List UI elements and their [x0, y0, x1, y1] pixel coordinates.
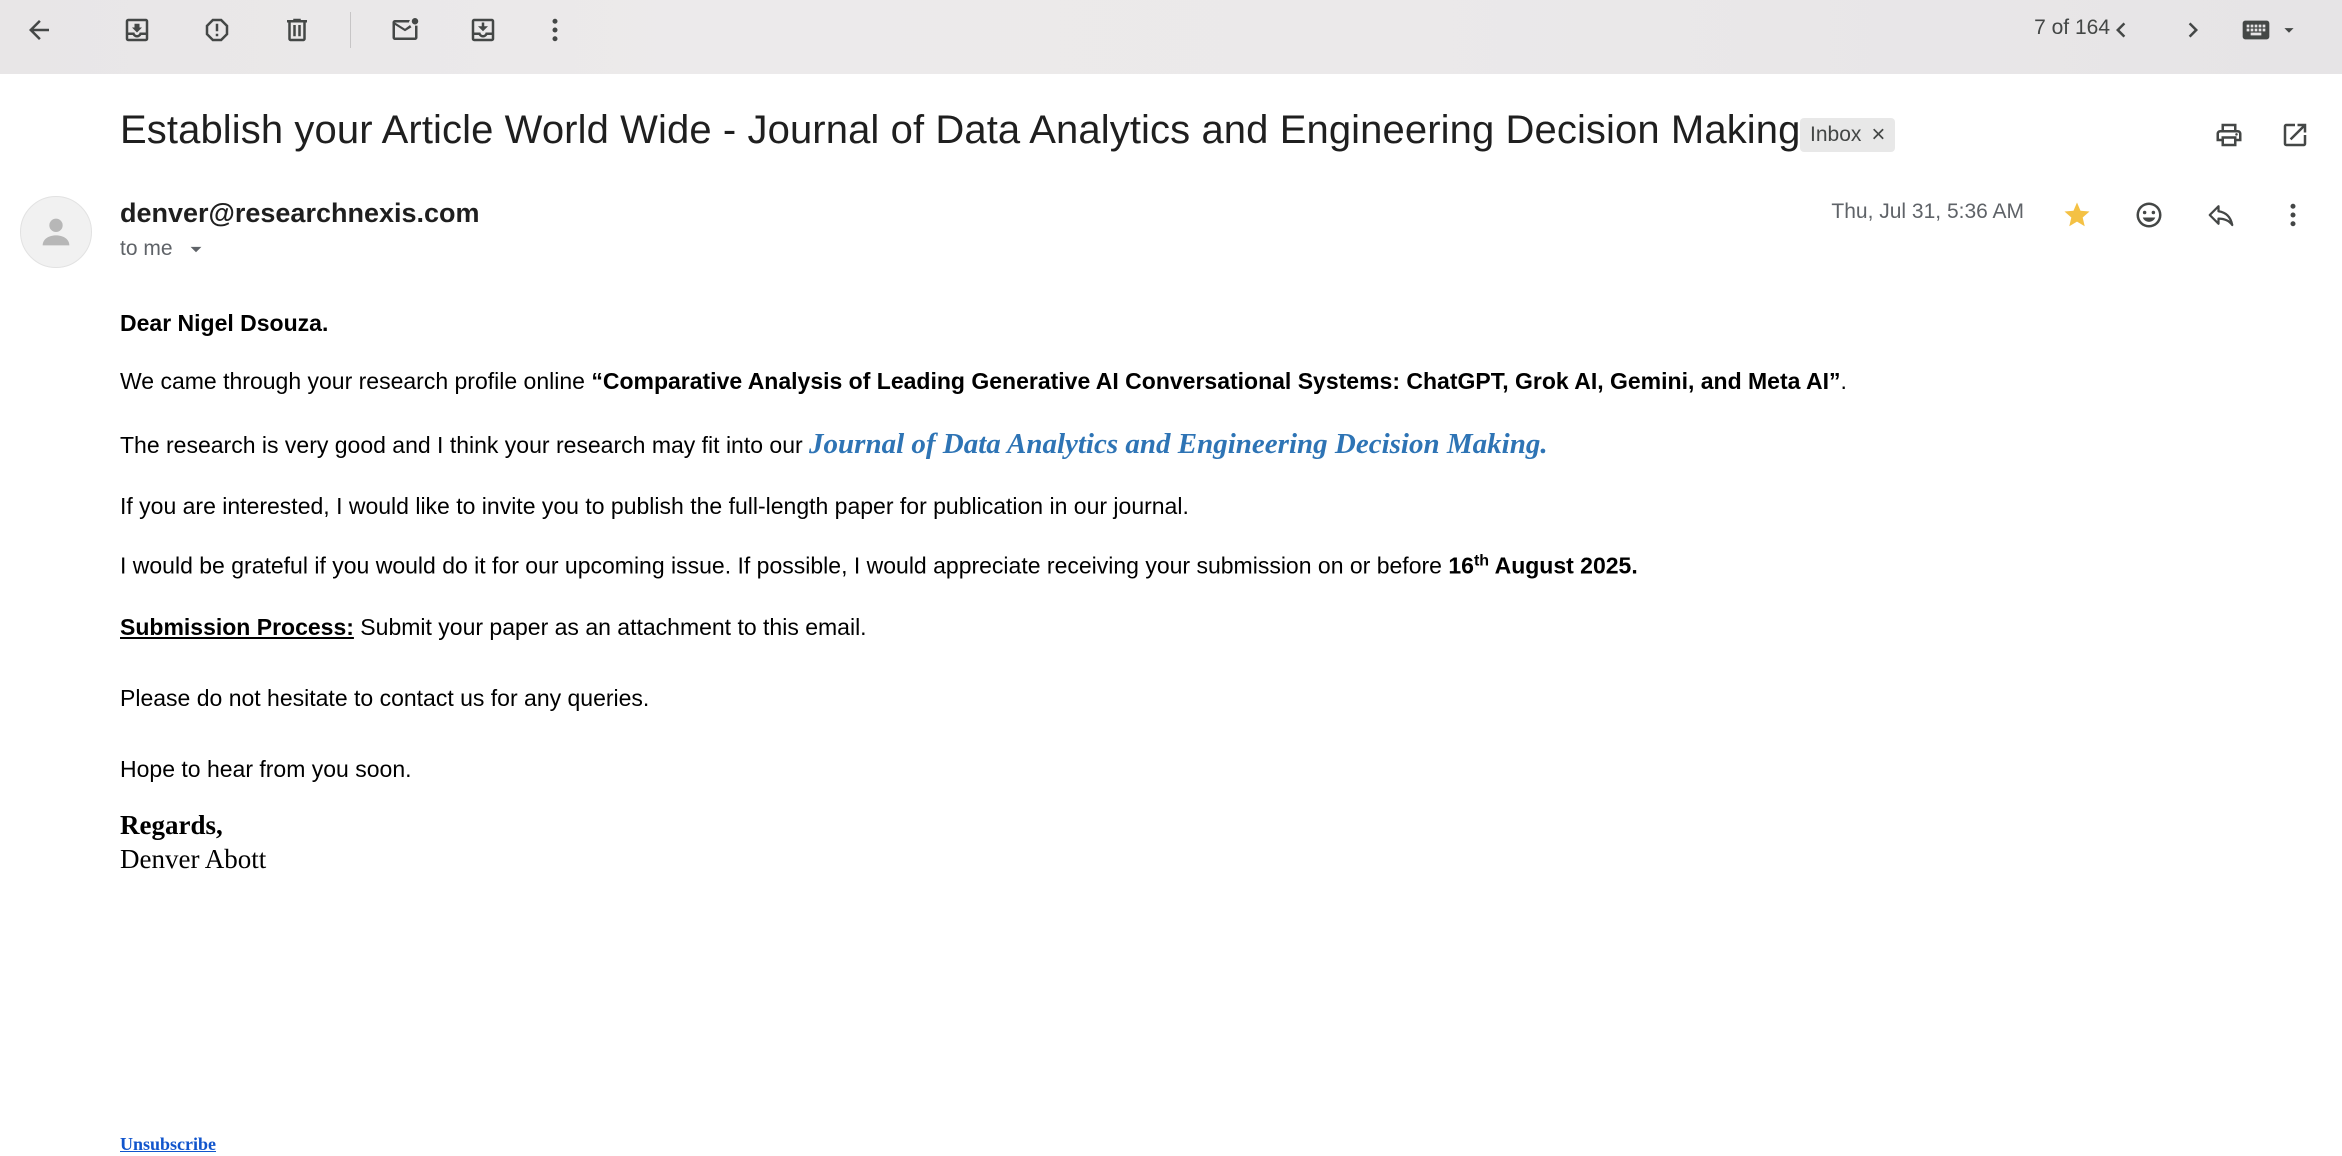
deadline-day-suffix: th — [1473, 552, 1490, 569]
paragraph-submission: Submission Process: Submit your paper as… — [120, 614, 867, 641]
delete-icon — [287, 18, 307, 42]
star-icon — [2064, 202, 2090, 227]
submission-label: Submission Process: — [120, 614, 354, 640]
sender-avatar[interactable] — [20, 196, 92, 268]
more-vert-icon — [552, 18, 558, 42]
remove-label-button[interactable]: × — [1871, 123, 1885, 147]
emoji-icon — [2136, 202, 2162, 228]
more-options-button[interactable] — [532, 7, 578, 53]
sender-address[interactable]: denver@researchnexis.com — [120, 198, 480, 229]
paragraph-intro: We came through your research profile on… — [120, 368, 1847, 395]
research-title: “Comparative Analysis of Leading Generat… — [591, 368, 1841, 394]
label-text: Inbox — [1810, 123, 1862, 146]
paragraph-closing: Hope to hear from you soon. — [120, 756, 412, 782]
delete-button[interactable] — [274, 7, 320, 53]
mark-unread-button[interactable] — [382, 7, 428, 53]
paragraph-invite: If you are interested, I would like to i… — [120, 493, 1189, 519]
message-toolbar: 7 of 164 — [0, 0, 2342, 74]
deadline-text: I would be grateful if you would do it f… — [120, 552, 1449, 579]
intro-end: . — [1840, 368, 1847, 394]
journal-name: Journal of Data Analytics and Engineerin… — [809, 428, 1548, 460]
recipient-details-toggle[interactable]: to me — [120, 236, 209, 262]
chevron-left-icon — [2116, 22, 2126, 38]
open-in-new-window-button[interactable] — [2272, 112, 2318, 158]
move-to-icon — [471, 18, 495, 42]
paragraph-journal: The research is very good and I think yo… — [120, 428, 1548, 461]
move-to-button[interactable] — [460, 7, 506, 53]
person-icon — [42, 218, 70, 246]
report-spam-button[interactable] — [194, 7, 240, 53]
back-arrow-icon — [29, 20, 49, 40]
inbox-label-chip[interactable]: Inbox × — [1800, 118, 1896, 152]
newer-button[interactable] — [2098, 7, 2144, 53]
chevron-right-icon — [2188, 22, 2198, 38]
deadline-end: . — [1631, 552, 1638, 579]
print-button[interactable] — [2206, 112, 2252, 158]
more-vert-icon — [2290, 203, 2296, 227]
signature-name: Denver Abott — [120, 844, 267, 874]
email-date: Thu, Jul 31, 5:36 AM — [1831, 200, 2024, 223]
message-counter: 7 of 164 — [2034, 16, 2110, 39]
regards: Regards, — [120, 810, 223, 840]
print-icon — [2216, 123, 2242, 147]
intro-text: We came through your research profile on… — [120, 368, 592, 394]
back-button[interactable] — [16, 7, 62, 53]
paragraph-deadline: I would be grateful if you would do it f… — [120, 552, 1638, 580]
archive-icon — [125, 18, 149, 42]
journal-intro-text: The research is very good and I think yo… — [120, 432, 810, 458]
archive-button[interactable] — [114, 7, 160, 53]
open-new-window-icon — [2283, 123, 2307, 147]
chevron-down-icon — [190, 246, 201, 253]
star-button[interactable] — [2054, 192, 2100, 238]
toolbar-divider — [350, 12, 351, 48]
chevron-down-icon — [2284, 28, 2294, 33]
submission-text: Submit your paper as an attachment to th… — [353, 614, 867, 640]
input-tools-button[interactable] — [2240, 10, 2300, 50]
keyboard-icon — [2242, 20, 2270, 40]
deadline-day: 16 — [1448, 552, 1474, 579]
message-more-options-button[interactable] — [2270, 192, 2316, 238]
email-subject: Establish your Article World Wide - Jour… — [120, 108, 1801, 152]
paragraph-contact: Please do not hesitate to contact us for… — [120, 685, 650, 711]
mark-unread-icon — [392, 18, 419, 40]
recipient-text: to me — [120, 237, 173, 260]
unsubscribe-link[interactable]: Unsubscribe — [120, 1134, 216, 1155]
reply-button[interactable] — [2198, 192, 2244, 238]
reply-icon — [2208, 205, 2234, 227]
greeting: Dear Nigel Dsouza. — [120, 310, 329, 336]
report-spam-icon — [205, 18, 229, 42]
add-reaction-button[interactable] — [2126, 192, 2172, 238]
deadline-month-year: August 2025 — [1489, 552, 1632, 579]
older-button[interactable] — [2170, 7, 2216, 53]
